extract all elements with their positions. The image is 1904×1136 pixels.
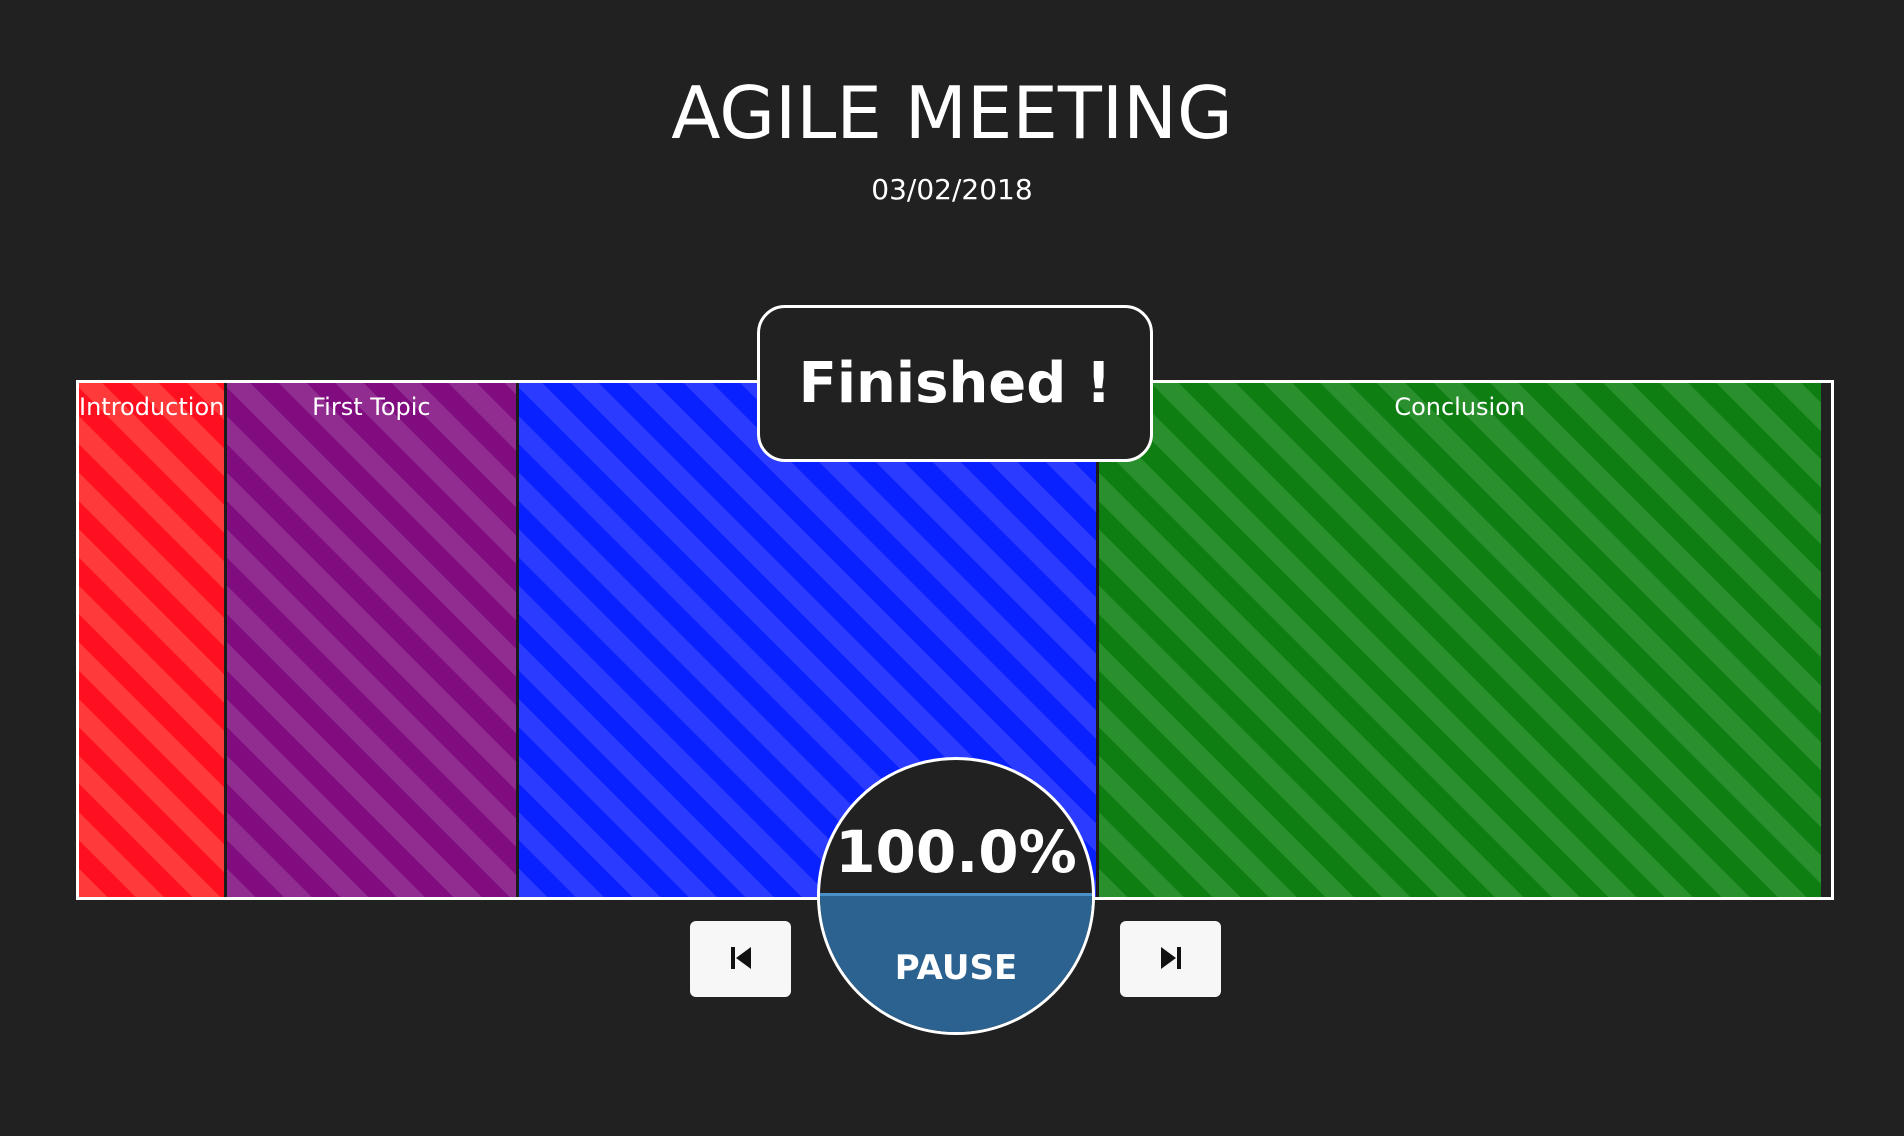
progress-dial: 100.0% PAUSE (817, 757, 1095, 1035)
previous-topic-button[interactable] (690, 921, 791, 997)
timeline-segment: Introduction (79, 383, 227, 897)
segment-label: Introduction (79, 393, 225, 421)
skip-previous-icon (726, 943, 756, 976)
finished-badge: Finished ! (757, 305, 1153, 462)
timeline-segment: First Topic (226, 383, 520, 897)
segment-label: Conclusion (1394, 393, 1526, 421)
meeting-title: AGILE MEETING (671, 71, 1233, 155)
skip-next-icon (1156, 943, 1186, 976)
meeting-date: 03/02/2018 (871, 173, 1033, 206)
timeline-segment: Conclusion (1098, 383, 1821, 897)
segment-label: First Topic (312, 393, 431, 421)
progress-percent: 100.0% (835, 818, 1077, 886)
pause-button[interactable]: PAUSE (820, 948, 1092, 988)
next-topic-button[interactable] (1120, 921, 1221, 997)
